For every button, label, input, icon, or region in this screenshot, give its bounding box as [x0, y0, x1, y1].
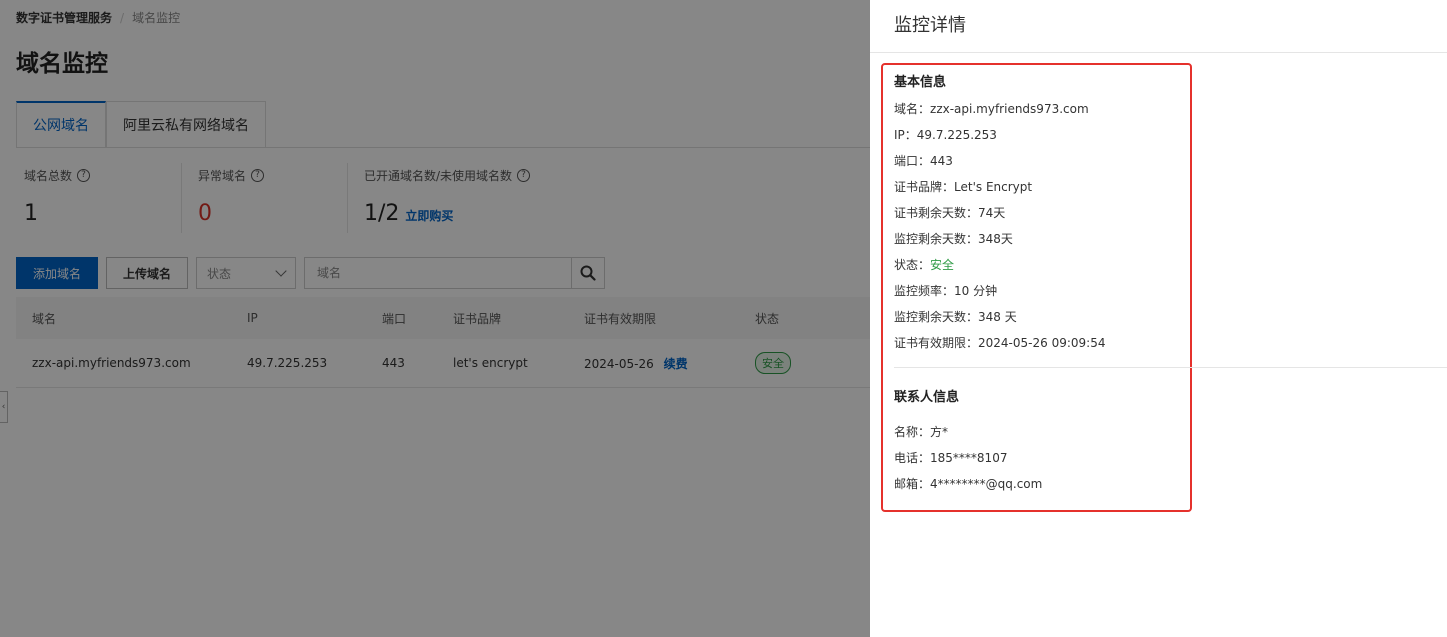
drawer-title: 监控详情: [894, 15, 966, 36]
drawer-overlay[interactable]: [0, 0, 870, 637]
contact-info-title: 联系人信息: [894, 390, 960, 405]
detail-monitor-days-left: 监控剩余天数：348天: [894, 232, 1013, 246]
detail-domain: 域名：zzx-api.myfriends973.com: [894, 102, 1089, 116]
section-divider: [894, 367, 1447, 368]
contact-phone: 电话：185****8107: [894, 451, 1008, 465]
monitor-detail-drawer: 监控详情 基本信息 域名：zzx-api.myfriends973.com IP…: [870, 0, 1447, 637]
detail-monitor-frequency: 监控频率：10 分钟: [894, 284, 998, 298]
contact-email: 邮箱：4********@qq.com: [894, 477, 1043, 491]
detail-cert-days-left: 证书剩余天数：74天: [894, 206, 1006, 220]
detail-monitor-days-left-2: 监控剩余天数：348 天: [894, 310, 1017, 324]
contact-name: 名称：方*: [894, 425, 949, 439]
detail-cert-expiry: 证书有效期限：2024-05-26 09:09:54: [894, 336, 1106, 350]
detail-ip: IP：49.7.225.253: [894, 128, 997, 142]
status-safe-text: 安全: [930, 258, 955, 272]
drawer-header-divider: [870, 52, 1447, 53]
basic-info-title: 基本信息: [894, 75, 947, 90]
detail-port: 端口：443: [894, 154, 953, 168]
detail-status: 状态：安全: [894, 258, 955, 272]
detail-cert-brand: 证书品牌：Let's Encrypt: [894, 180, 1033, 194]
